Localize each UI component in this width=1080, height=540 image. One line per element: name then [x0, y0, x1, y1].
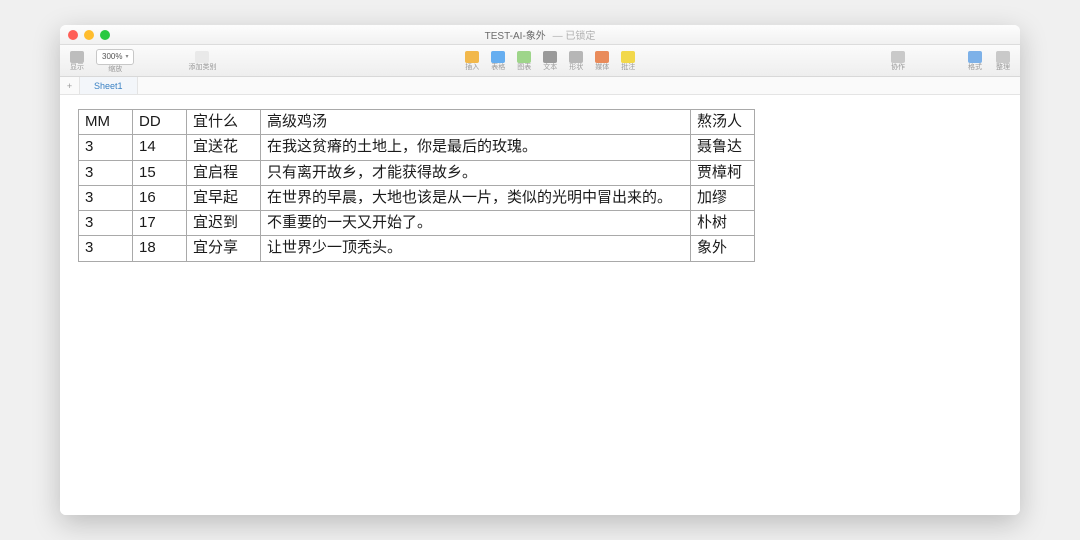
format-icon	[968, 51, 982, 63]
add-category-label: 添加类别	[188, 64, 216, 71]
column-header[interactable]: 宜什么	[187, 110, 261, 135]
cell[interactable]: 朴树	[691, 211, 755, 236]
cell[interactable]: 3	[79, 236, 133, 261]
table-row: 314宜送花在我这贫瘠的土地上，你是最后的玫瑰。聂鲁达	[79, 135, 755, 160]
collaborate-button[interactable]: 协作	[887, 51, 909, 71]
table-row: 316宜早起在世界的早晨，大地也该是从一片，类似的光明中冒出来的。加缪	[79, 185, 755, 210]
collaborate-label: 协作	[891, 64, 905, 71]
table-row: 318宜分享让世界少一顶秃头。象外	[79, 236, 755, 261]
insert-button[interactable]: 插入	[461, 51, 483, 71]
titlebar: TEST-AI-象外 — 已锁定	[60, 25, 1020, 45]
cell[interactable]: 不重要的一天又开始了。	[261, 211, 691, 236]
toolbar-center: 插入 表格 图表 文本 形状 媒体 批注	[262, 45, 838, 76]
shape-label: 形状	[569, 64, 583, 71]
cell[interactable]: 宜分享	[187, 236, 261, 261]
comment-label: 批注	[621, 64, 635, 71]
comment-icon	[621, 51, 635, 63]
cell[interactable]: 宜送花	[187, 135, 261, 160]
format-label: 格式	[968, 64, 982, 71]
plus-icon: +	[67, 81, 72, 91]
table-row: 315宜启程只有离开故乡，才能获得故乡。贾樟柯	[79, 160, 755, 185]
add-category-icon	[195, 51, 209, 63]
table-header-row: MMDD宜什么高级鸡汤熬汤人	[79, 110, 755, 135]
text-label: 文本	[543, 64, 557, 71]
table-button[interactable]: 表格	[487, 51, 509, 71]
media-button[interactable]: 媒体	[591, 51, 613, 71]
cell[interactable]: 14	[133, 135, 187, 160]
shape-icon	[569, 51, 583, 63]
cell[interactable]: 宜启程	[187, 160, 261, 185]
column-header[interactable]: 熬汤人	[691, 110, 755, 135]
cell[interactable]: 16	[133, 185, 187, 210]
cell[interactable]: 聂鲁达	[691, 135, 755, 160]
comment-button[interactable]: 批注	[617, 51, 639, 71]
cell[interactable]: 17	[133, 211, 187, 236]
app-window: TEST-AI-象外 — 已锁定 显示 300% ▾ 缩放 添加类别	[60, 25, 1020, 515]
organize-icon	[996, 51, 1010, 63]
insert-label: 插入	[465, 64, 479, 71]
column-header[interactable]: 高级鸡汤	[261, 110, 691, 135]
add-category-button[interactable]: 添加类别	[186, 51, 218, 71]
organize-label: 整理	[996, 64, 1010, 71]
toolbar: 显示 300% ▾ 缩放 添加类别 插入 表格 图表 文本 形状 媒体 批注 协作	[60, 45, 1020, 77]
cell[interactable]: 只有离开故乡，才能获得故乡。	[261, 160, 691, 185]
text-button[interactable]: 文本	[539, 51, 561, 71]
sheet-tabs: + Sheet1	[60, 77, 1020, 95]
chart-icon	[517, 51, 531, 63]
column-header[interactable]: MM	[79, 110, 133, 135]
media-icon	[595, 51, 609, 63]
cell[interactable]: 加缪	[691, 185, 755, 210]
insert-icon	[465, 51, 479, 63]
organize-button[interactable]: 整理	[992, 51, 1014, 71]
chevron-down-icon: ▾	[125, 53, 128, 60]
table-icon	[491, 51, 505, 63]
cell[interactable]: 象外	[691, 236, 755, 261]
spreadsheet-canvas[interactable]: MMDD宜什么高级鸡汤熬汤人314宜送花在我这贫瘠的土地上，你是最后的玫瑰。聂鲁…	[60, 95, 1020, 515]
view-button[interactable]: 显示	[66, 51, 88, 71]
chart-label: 图表	[517, 64, 531, 71]
column-header[interactable]: DD	[133, 110, 187, 135]
cell[interactable]: 3	[79, 135, 133, 160]
chart-button[interactable]: 图表	[513, 51, 535, 71]
cell[interactable]: 在我这贫瘠的土地上，你是最后的玫瑰。	[261, 135, 691, 160]
cell[interactable]: 15	[133, 160, 187, 185]
cell[interactable]: 让世界少一顶秃头。	[261, 236, 691, 261]
table-row: 317宜迟到不重要的一天又开始了。朴树	[79, 211, 755, 236]
cell[interactable]: 18	[133, 236, 187, 261]
collaborate-icon	[891, 51, 905, 63]
document-title: TEST-AI-象外	[485, 31, 546, 42]
shape-button[interactable]: 形状	[565, 51, 587, 71]
format-button[interactable]: 格式	[964, 51, 986, 71]
zoom-value: 300%	[102, 52, 122, 61]
cell[interactable]: 贾樟柯	[691, 160, 755, 185]
window-title: TEST-AI-象外 — 已锁定	[60, 27, 1020, 42]
zoom-button[interactable]: 300% ▾ 缩放	[94, 49, 136, 73]
zoom-select[interactable]: 300% ▾	[96, 49, 134, 65]
cell[interactable]: 3	[79, 211, 133, 236]
sheet-tab[interactable]: Sheet1	[80, 77, 138, 94]
add-sheet-button[interactable]: +	[60, 77, 80, 94]
media-label: 媒体	[595, 64, 609, 71]
data-table[interactable]: MMDD宜什么高级鸡汤熬汤人314宜送花在我这贫瘠的土地上，你是最后的玫瑰。聂鲁…	[78, 109, 755, 262]
document-status: — 已锁定	[553, 31, 596, 42]
cell[interactable]: 3	[79, 160, 133, 185]
cell[interactable]: 宜早起	[187, 185, 261, 210]
text-icon	[543, 51, 557, 63]
view-icon	[70, 51, 84, 63]
cell[interactable]: 3	[79, 185, 133, 210]
cell[interactable]: 宜迟到	[187, 211, 261, 236]
table-label: 表格	[491, 64, 505, 71]
view-label: 显示	[70, 64, 84, 71]
cell[interactable]: 在世界的早晨，大地也该是从一片，类似的光明中冒出来的。	[261, 185, 691, 210]
zoom-label: 缩放	[108, 66, 122, 73]
